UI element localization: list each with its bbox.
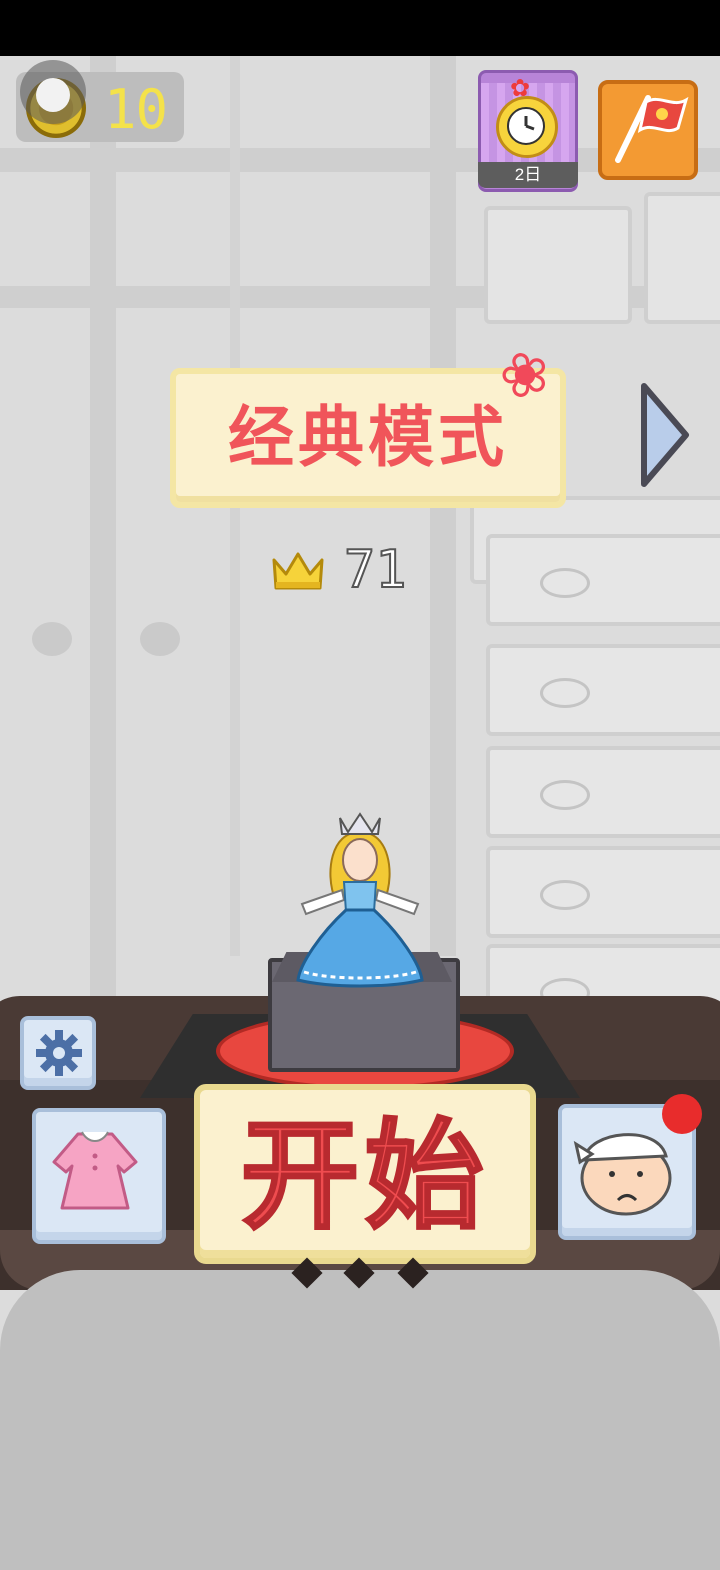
wall-stain <box>140 622 180 656</box>
right-arrow-icon <box>641 383 689 487</box>
shelf-post <box>90 56 116 1006</box>
flag-button[interactable] <box>598 80 698 180</box>
touch-indicator-dot <box>36 78 70 112</box>
dress-icon <box>52 1131 138 1210</box>
drawer <box>486 746 720 838</box>
start-label: 开始 <box>239 1106 489 1247</box>
clock-icon <box>496 96 558 158</box>
box <box>644 192 720 324</box>
drawer <box>486 534 720 626</box>
best-score: 71 <box>343 539 408 601</box>
daily-reward-label: 2日 <box>478 162 578 188</box>
settings-button[interactable] <box>20 1016 96 1090</box>
gear-icon <box>36 1030 82 1076</box>
princess-figure <box>290 804 430 993</box>
wall-stain <box>32 622 72 656</box>
coin-count: 10 <box>104 78 168 141</box>
notification-badge <box>662 1094 702 1134</box>
next-mode-button[interactable] <box>636 380 692 495</box>
drawer <box>486 644 720 736</box>
flag-icon <box>615 95 689 163</box>
box <box>484 206 632 324</box>
floor <box>0 1270 720 1570</box>
drawer <box>486 846 720 938</box>
crown-icon <box>270 548 326 599</box>
wardrobe-button[interactable] <box>32 1108 166 1244</box>
status-bar <box>0 0 720 56</box>
